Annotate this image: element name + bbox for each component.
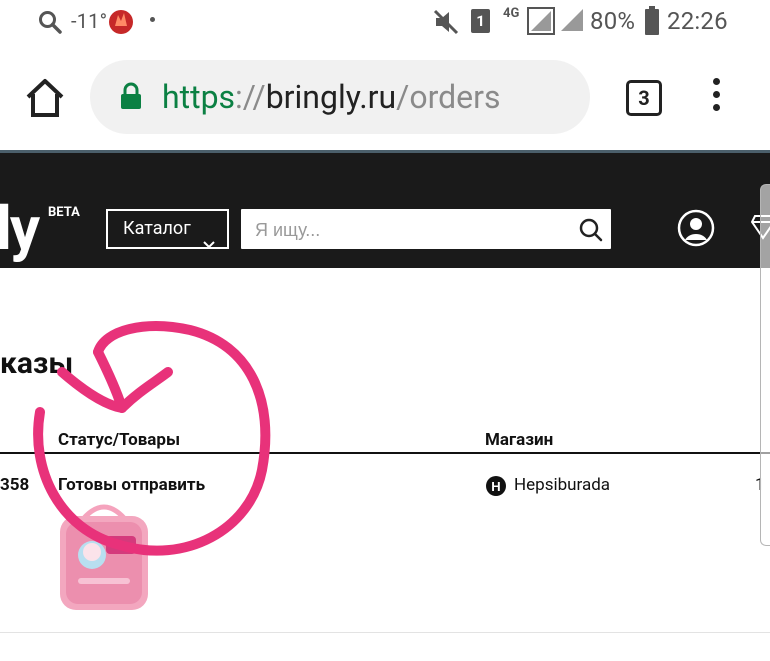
catalog-button[interactable]: Каталог — [106, 209, 229, 249]
product-image[interactable] — [58, 500, 150, 616]
temperature: -11° — [71, 9, 108, 33]
sim-card-icon: 1 — [471, 9, 490, 33]
clock: 22:26 — [667, 7, 728, 35]
store-logo-icon: H — [485, 475, 507, 501]
search-input[interactable] — [253, 214, 577, 246]
beta-label: BETA — [48, 205, 80, 220]
side-panel-handle[interactable] — [760, 184, 770, 546]
order-status: Готовы отправить — [58, 475, 206, 495]
table-row-divider — [0, 632, 770, 633]
lock-icon — [120, 82, 142, 110]
address-bar[interactable]: https://bringly.ru/orders — [90, 60, 590, 134]
network-type: 4G — [503, 6, 520, 21]
site-header: ly BETA Каталог — [0, 150, 770, 268]
site-logo[interactable]: ly — [0, 194, 40, 264]
column-header-status: Статус/Товары — [58, 430, 181, 450]
url-host: bringly.ru — [265, 78, 397, 116]
search-box — [241, 209, 611, 249]
search-icon — [38, 10, 62, 34]
status-bar: -11° 1 4G 80% 22:26 — [0, 0, 770, 44]
browser-toolbar: https://bringly.ru/orders 3 — [0, 44, 770, 150]
home-icon[interactable] — [24, 78, 66, 118]
chevron-down-icon — [203, 226, 215, 262]
tab-switcher-button[interactable]: 3 — [626, 80, 662, 116]
page-title: казы — [0, 346, 74, 381]
app-notification-icon — [108, 6, 134, 36]
mute-icon — [432, 8, 460, 36]
battery-percent: 80% — [590, 7, 636, 35]
catalog-label: Каталог — [123, 218, 191, 239]
store-badge-letter: H — [491, 479, 500, 494]
table-header-divider — [0, 452, 770, 454]
url-separator: :// — [235, 78, 266, 116]
order-number[interactable]: 358 — [0, 475, 29, 495]
store-name[interactable]: Hepsiburada — [514, 475, 610, 495]
user-account-icon[interactable] — [677, 209, 715, 251]
menu-icon[interactable] — [708, 78, 724, 118]
more-notifications-dot — [150, 17, 155, 22]
url-path: /orders — [396, 78, 501, 116]
search-icon[interactable] — [579, 218, 603, 246]
url-text: https://bringly.ru/orders — [162, 78, 500, 116]
header-accent-line — [0, 150, 770, 153]
url-scheme: https — [162, 78, 236, 116]
battery-icon — [644, 6, 660, 36]
signal-icon — [527, 7, 587, 35]
column-header-store: Магазин — [485, 430, 554, 450]
